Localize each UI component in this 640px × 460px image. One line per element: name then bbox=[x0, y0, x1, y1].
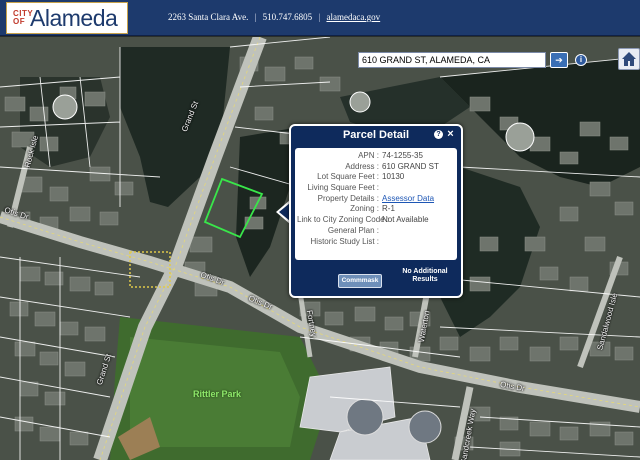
popup-icon-group: ? × bbox=[434, 129, 455, 140]
header-bar: CITY OF Alameda 2263 Santa Clara Ave. | … bbox=[0, 0, 640, 36]
parcel-detail-popup: Parcel Detail ? × APN : 74-1255-35 Addre… bbox=[289, 124, 463, 298]
home-icon[interactable] bbox=[618, 48, 640, 70]
field-row-property-details: Property Details : Assessor Data bbox=[297, 194, 455, 205]
field-row-lot-sqft: Lot Square Feet : 10130 bbox=[297, 172, 455, 183]
header-address: 2263 Santa Clara Ave. bbox=[168, 12, 249, 22]
no-results-text: No Additional Results bbox=[402, 268, 448, 283]
field-key: Lot Square Feet : bbox=[317, 172, 379, 182]
field-row-apn: APN : 74-1255-35 bbox=[297, 151, 455, 162]
city-logo[interactable]: CITY OF Alameda bbox=[6, 2, 128, 34]
map-label-park: Rittler Park bbox=[193, 389, 242, 399]
field-key: Address : bbox=[345, 161, 379, 171]
home-icon-graphic bbox=[622, 52, 636, 66]
field-value bbox=[381, 183, 455, 194]
field-value bbox=[381, 237, 455, 248]
field-value: R-1 bbox=[382, 204, 395, 214]
field-value: Not Available bbox=[382, 215, 429, 225]
field-key: Living Square Feet : bbox=[307, 183, 379, 193]
popup-footer: Commmask No Additional Results bbox=[291, 264, 461, 296]
field-key: Zoning : bbox=[350, 204, 379, 214]
commmask-button[interactable]: Commmask bbox=[338, 274, 382, 288]
logo-prefix: CITY OF bbox=[13, 9, 34, 26]
field-value bbox=[381, 226, 455, 237]
help-icon[interactable]: ? bbox=[434, 130, 443, 139]
app-root: CITY OF Alameda 2263 Santa Clara Ave. | … bbox=[0, 0, 640, 460]
field-row-zoning-code-link: Link to City Zoning Code : Not Available bbox=[297, 215, 455, 226]
field-key: Historic Study List : bbox=[310, 236, 379, 246]
field-value: 10130 bbox=[382, 172, 405, 182]
header-separator: | bbox=[318, 12, 321, 22]
info-icon[interactable]: i bbox=[575, 54, 587, 66]
field-row-living-sqft: Living Square Feet : bbox=[297, 183, 455, 194]
field-value: 610 GRAND ST bbox=[382, 161, 439, 171]
header-website-link[interactable]: alamedaca.gov bbox=[326, 12, 380, 22]
field-key: Link to City Zoning Code : bbox=[297, 215, 390, 225]
header-phone: 510.747.6805 bbox=[262, 12, 313, 22]
field-row-general-plan: General Plan : bbox=[297, 226, 455, 237]
field-value: 74-1255-35 bbox=[382, 151, 423, 160]
field-row-historic-study: Historic Study List : bbox=[297, 237, 455, 248]
close-icon[interactable]: × bbox=[446, 129, 455, 140]
field-key: APN : bbox=[358, 151, 379, 160]
field-key: Property Details : bbox=[317, 193, 379, 203]
assessor-data-link[interactable]: Assessor Data bbox=[381, 194, 455, 205]
parcel-fields-panel: APN : 74-1255-35 Address : 610 GRAND ST … bbox=[295, 148, 457, 260]
logo-name: Alameda bbox=[30, 5, 118, 31]
field-key: General Plan : bbox=[327, 225, 379, 235]
header-contact-info: 2263 Santa Clara Ave. | 510.747.6805 | a… bbox=[168, 12, 380, 22]
header-separator: | bbox=[254, 12, 257, 22]
address-search-input[interactable]: 610 GRAND ST, ALAMEDA, CA bbox=[358, 52, 546, 68]
arrow-right-icon[interactable]: ➔ bbox=[550, 52, 568, 68]
field-row-address: Address : 610 GRAND ST bbox=[297, 162, 455, 173]
field-row-zoning: Zoning : R-1 bbox=[297, 204, 455, 215]
